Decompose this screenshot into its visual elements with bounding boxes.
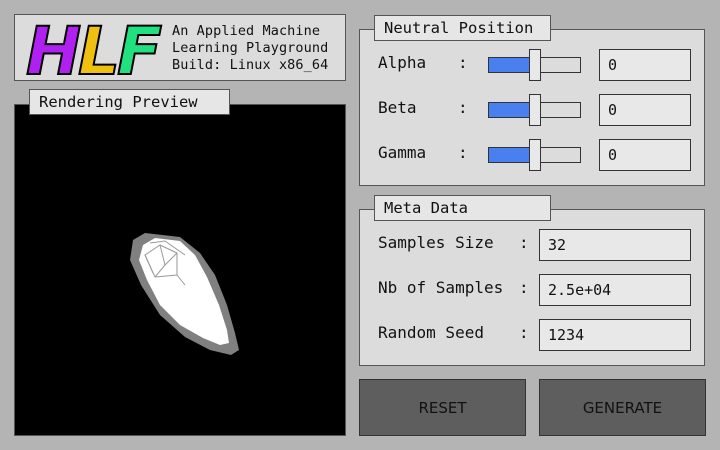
alpha-label: Alpha <box>378 53 427 72</box>
hand-render <box>130 233 239 355</box>
beta-colon: : <box>458 98 468 117</box>
gamma-value: 0 <box>599 139 691 171</box>
preview-title: Rendering Preview <box>29 89 230 115</box>
hlf-logo: H L F <box>25 18 163 78</box>
gamma-label: Gamma <box>378 143 427 162</box>
app-description: An Applied Machine Learning Playground B… <box>172 23 328 74</box>
app-header: H L F An Applied Machine Learning Playgr… <box>14 14 346 81</box>
samples-size-input[interactable]: 32 <box>539 229 691 261</box>
samples-size-colon: : <box>519 233 529 252</box>
beta-slider-handle[interactable] <box>529 94 541 126</box>
meta-data-title: Meta Data <box>374 195 551 221</box>
app-tagline-2: Learning Playground <box>172 40 329 56</box>
random-seed-label: Random Seed <box>378 323 484 342</box>
samples-size-label: Samples Size <box>378 233 494 252</box>
nb-samples-input[interactable]: 2.5e+04 <box>539 274 691 306</box>
alpha-value: 0 <box>599 49 691 81</box>
app-tagline-1: An Applied Machine <box>172 23 321 39</box>
generate-button[interactable]: GENERATE <box>539 379 706 436</box>
alpha-colon: : <box>458 53 468 72</box>
random-seed-input[interactable]: 1234 <box>539 319 691 351</box>
beta-label: Beta <box>378 98 417 117</box>
build-info: Build: Linux x86_64 <box>172 57 329 73</box>
nb-samples-label: Nb of Samples <box>378 278 504 297</box>
reset-button[interactable]: RESET <box>359 379 526 436</box>
gamma-slider-handle[interactable] <box>529 139 541 171</box>
neutral-position-title: Neutral Position <box>374 15 551 41</box>
alpha-slider-handle[interactable] <box>529 49 541 81</box>
beta-value: 0 <box>599 94 691 126</box>
random-seed-colon: : <box>519 323 529 342</box>
svg-text:F: F <box>117 18 162 78</box>
svg-text:L: L <box>78 18 120 78</box>
nb-samples-colon: : <box>519 278 529 297</box>
svg-text:H: H <box>26 18 81 78</box>
gamma-colon: : <box>458 143 468 162</box>
rendering-preview-canvas[interactable] <box>14 104 346 436</box>
